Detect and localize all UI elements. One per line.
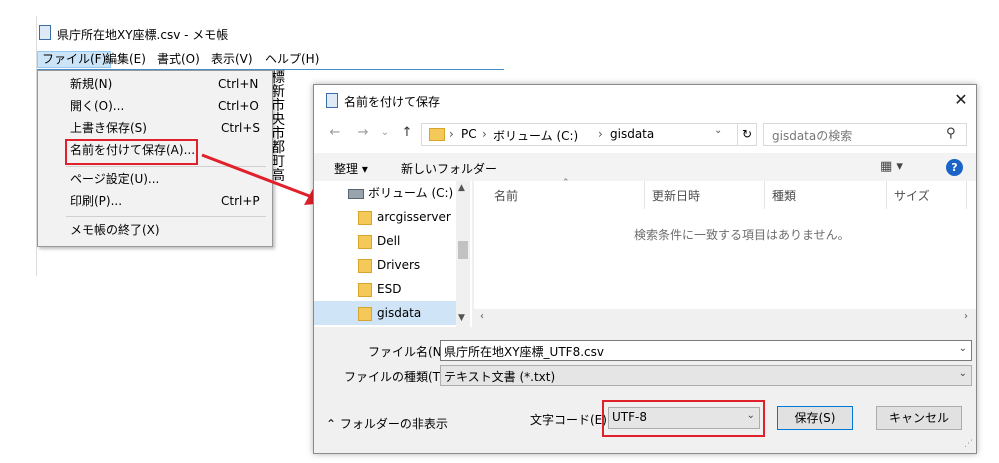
folder-icon bbox=[429, 128, 445, 141]
column-header-size[interactable]: サイズ bbox=[894, 187, 930, 204]
scrollbar-thumb[interactable] bbox=[458, 241, 468, 259]
refresh-icon[interactable]: ↻ bbox=[737, 123, 757, 146]
chevron-down-icon[interactable]: ⌄ bbox=[714, 125, 722, 136]
sort-up-icon: ⌃ bbox=[562, 178, 570, 188]
column-separator bbox=[966, 181, 967, 209]
chevron-up-icon: ⌃ bbox=[326, 417, 340, 431]
tree-item-volume-c[interactable]: ボリューム (C:) bbox=[314, 181, 456, 205]
filename-field[interactable]: 県庁所在地XY座標_UTF8.csv ⌄ bbox=[440, 340, 972, 361]
menu-format[interactable]: 書式(O) bbox=[153, 52, 204, 67]
scroll-left-icon[interactable]: ‹ bbox=[480, 311, 484, 322]
breadcrumb-separator: › bbox=[598, 127, 603, 141]
navigation-pane: ボリューム (C:) arcgisserver Dell Drivers ESD… bbox=[314, 181, 472, 327]
menu-item-save[interactable]: 上書き保存(S) Ctrl+S bbox=[38, 117, 272, 139]
help-icon[interactable]: ? bbox=[946, 159, 963, 176]
scroll-up-icon[interactable]: ▲ bbox=[458, 183, 465, 193]
folder-icon bbox=[358, 235, 372, 249]
dialog-titlebar: 名前を付けて保存 ✕ bbox=[314, 85, 976, 115]
notepad-menubar: ファイル(F) 編集(E) 書式(O) 表示(V) ヘルプ(H) bbox=[37, 50, 504, 70]
save-as-dialog: 名前を付けて保存 ✕ ← → ⌄ ↑ › PC › ボリューム (C:) › g… bbox=[313, 84, 977, 454]
scroll-right-icon[interactable]: › bbox=[964, 311, 968, 322]
tree-item-arcgisserver[interactable]: arcgisserver bbox=[314, 205, 456, 229]
scroll-down-icon[interactable]: ▼ bbox=[458, 313, 465, 323]
save-button[interactable]: 保存(S) bbox=[777, 406, 853, 430]
chevron-down-icon[interactable]: ⌄ bbox=[959, 343, 967, 354]
search-input[interactable]: gisdataの検索 ⚲ bbox=[763, 123, 967, 146]
dialog-toolbar: 整理 ▾ 新しいフォルダー ▦ ▾ ? bbox=[314, 153, 976, 181]
notepad-icon bbox=[326, 93, 338, 108]
forward-arrow-icon[interactable]: → bbox=[354, 124, 372, 142]
text-char: 市 bbox=[271, 98, 285, 114]
hide-folders-toggle[interactable]: ⌃ フォルダーの非表示 bbox=[326, 415, 448, 432]
folder-icon bbox=[358, 283, 372, 297]
column-header-name[interactable]: 名前 bbox=[494, 187, 518, 204]
address-bar[interactable]: › PC › ボリューム (C:) › gisdata ⌄ bbox=[421, 123, 738, 146]
menu-item-new[interactable]: 新規(N) Ctrl+N bbox=[38, 73, 272, 95]
column-header-modified[interactable]: 更新日時 bbox=[652, 187, 700, 204]
folder-icon bbox=[358, 307, 372, 321]
menu-separator bbox=[66, 216, 266, 217]
column-header-type[interactable]: 種類 bbox=[772, 187, 796, 204]
up-arrow-icon[interactable]: ↑ bbox=[398, 124, 416, 142]
breadcrumb-pc[interactable]: PC bbox=[461, 127, 477, 141]
close-icon[interactable]: ✕ bbox=[950, 89, 972, 111]
column-separator bbox=[644, 181, 645, 209]
notepad-icon bbox=[39, 25, 51, 40]
text-char: 新 bbox=[271, 84, 285, 100]
folder-icon bbox=[358, 259, 372, 273]
filename-label: ファイル名(N): bbox=[368, 345, 451, 359]
filetype-select[interactable]: テキスト文書 (*.txt) ⌄ bbox=[440, 365, 972, 386]
tree-item-drivers[interactable]: Drivers bbox=[314, 253, 456, 277]
text-char: 市 bbox=[271, 126, 285, 142]
folder-icon bbox=[358, 211, 372, 225]
text-char: 央 bbox=[271, 112, 285, 128]
menu-item-exit[interactable]: メモ帳の終了(X) bbox=[38, 219, 272, 241]
encoding-label: 文字コード(E) bbox=[530, 413, 607, 427]
encoding-highlight-box bbox=[602, 400, 765, 437]
tree-item-esd[interactable]: ESD bbox=[314, 277, 456, 301]
dialog-navbar: ← → ⌄ ↑ › PC › ボリューム (C:) › gisdata ⌄ ↻ … bbox=[314, 115, 976, 153]
search-placeholder: gisdataの検索 bbox=[772, 129, 853, 143]
filetype-label: ファイルの種類(T): bbox=[344, 370, 449, 384]
column-separator bbox=[886, 181, 887, 209]
chevron-down-icon[interactable]: ⌄ bbox=[959, 368, 967, 379]
recent-locations-icon[interactable]: ⌄ bbox=[376, 124, 394, 142]
menu-view[interactable]: 表示(V) bbox=[207, 52, 257, 67]
menu-help[interactable]: ヘルプ(H) bbox=[261, 52, 323, 67]
breadcrumb-separator: › bbox=[449, 127, 454, 141]
menu-edit[interactable]: 編集(E) bbox=[101, 52, 150, 67]
notepad-title: 県庁所在地XY座標.csv - メモ帳 bbox=[57, 28, 229, 42]
menu-item-open[interactable]: 開く(O)... Ctrl+O bbox=[38, 95, 272, 117]
save-as-highlight-box bbox=[65, 139, 198, 165]
view-options-icon[interactable]: ▦ ▾ bbox=[880, 159, 903, 174]
file-list-pane: 名前 ⌃ 更新日時 種類 サイズ 検索条件に一致する項目はありません。 ‹ › bbox=[474, 178, 976, 327]
navigation-scrollbar[interactable]: ▲ ▼ bbox=[456, 181, 470, 327]
empty-folder-message: 検索条件に一致する項目はありません。 bbox=[634, 228, 850, 242]
breadcrumb-volume-c[interactable]: ボリューム (C:) bbox=[493, 127, 578, 144]
drive-icon bbox=[348, 189, 364, 199]
breadcrumb-separator: › bbox=[482, 127, 487, 141]
resize-grip-icon[interactable]: ⋰ bbox=[964, 439, 973, 449]
breadcrumb-gisdata[interactable]: gisdata bbox=[610, 127, 654, 141]
new-folder-button[interactable]: 新しいフォルダー bbox=[401, 160, 497, 177]
search-icon: ⚲ bbox=[946, 126, 956, 141]
cancel-button[interactable]: キャンセル bbox=[876, 406, 962, 430]
dialog-title: 名前を付けて保存 bbox=[344, 95, 441, 109]
text-char: 標 bbox=[271, 70, 285, 86]
back-arrow-icon[interactable]: ← bbox=[326, 124, 344, 142]
column-separator bbox=[764, 181, 765, 209]
horizontal-scrollbar[interactable]: ‹ › bbox=[474, 309, 976, 327]
red-arrow-icon bbox=[201, 153, 326, 205]
tree-item-dell[interactable]: Dell bbox=[314, 229, 456, 253]
tree-item-gisdata[interactable]: gisdata bbox=[314, 301, 456, 325]
organize-button[interactable]: 整理 ▾ bbox=[334, 160, 368, 177]
